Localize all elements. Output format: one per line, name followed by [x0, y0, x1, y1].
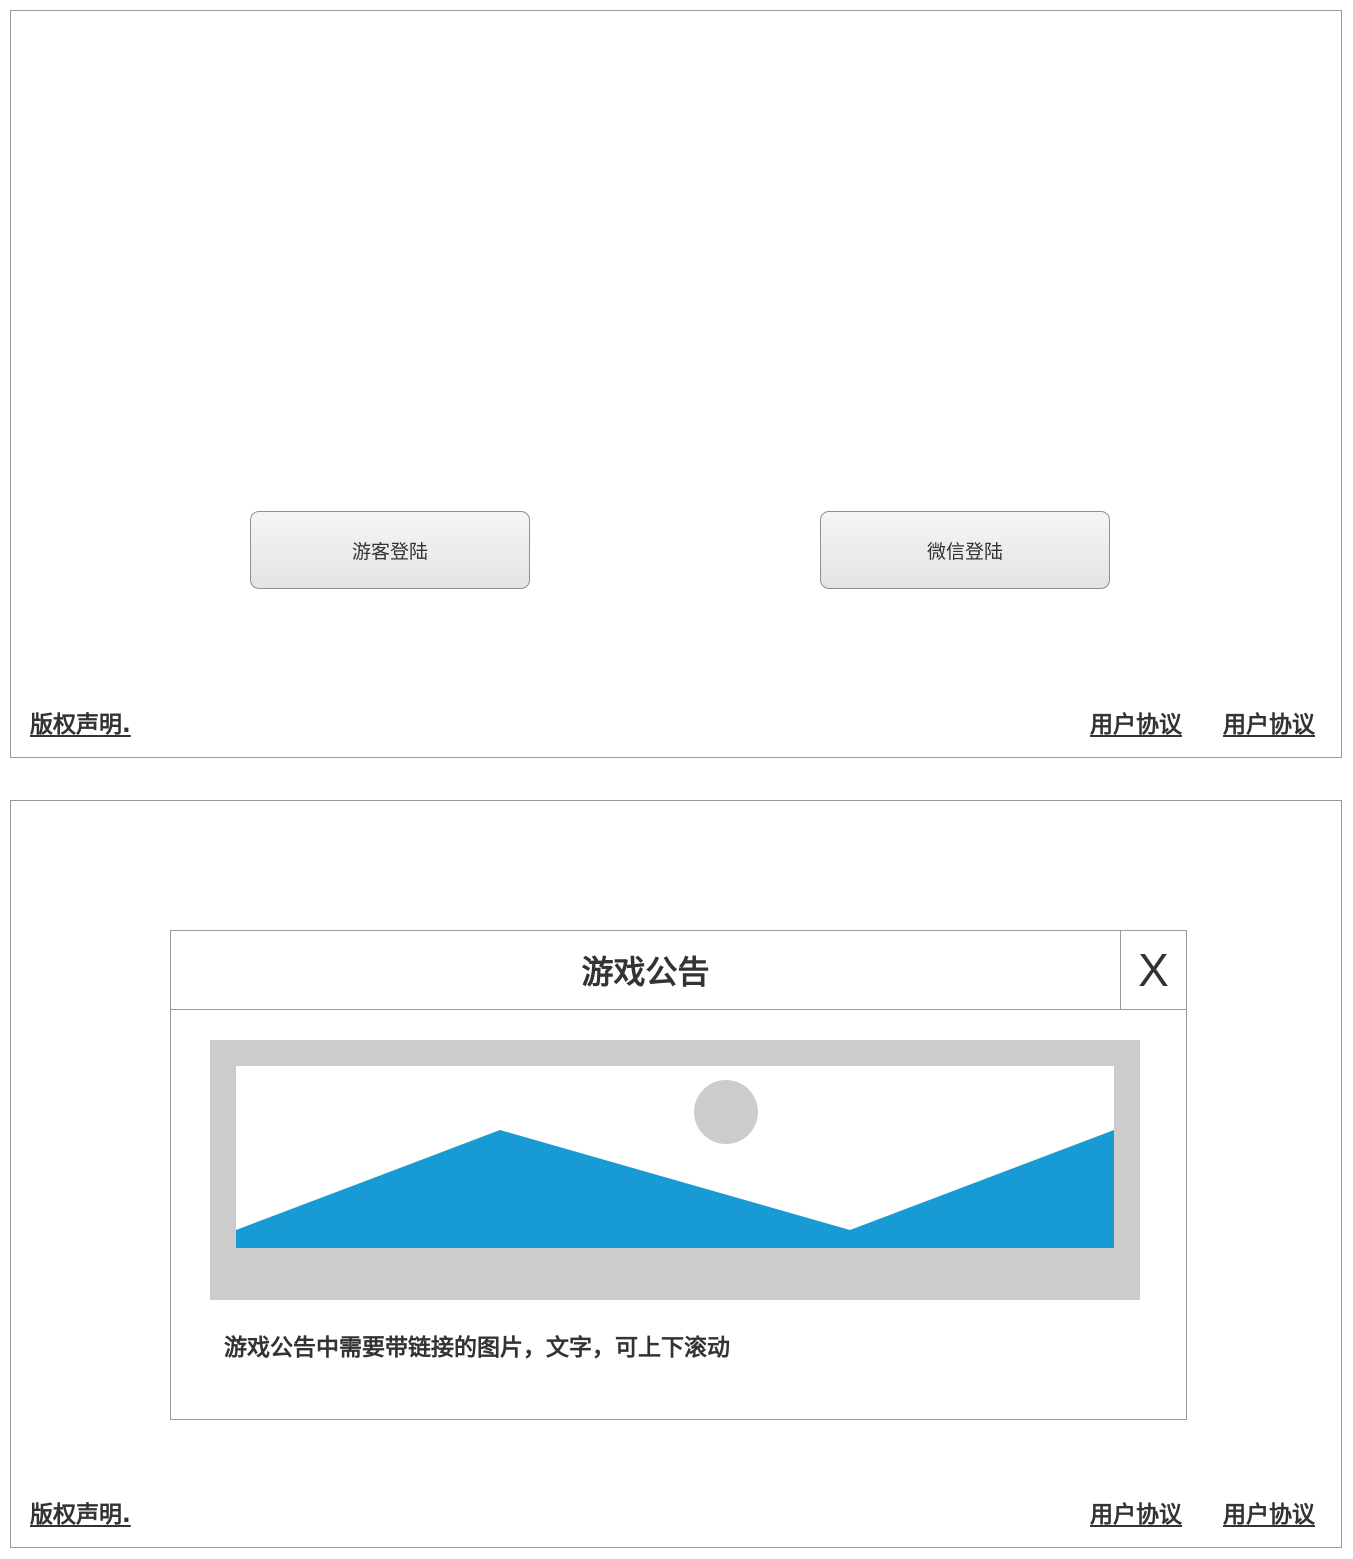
guest-login-label: 游客登陆: [351, 540, 428, 563]
image-placeholder-icon: [236, 1066, 1114, 1248]
user-agreement-link[interactable]: 用户协议: [1090, 1495, 1182, 1529]
copyright-link[interactable]: 版权声明.: [30, 705, 131, 739]
guest-login-button[interactable]: 游客登陆: [250, 511, 530, 589]
game-notice-modal: 游戏公告 X 游戏公告中需要带链接的图片，文字，可上下滚动: [170, 930, 1187, 1420]
notice-screen: 游戏公告 X 游戏公告中需要带链接的图片，文字，可上下滚动 版权声明. 用户协议…: [10, 800, 1342, 1548]
wechat-login-button[interactable]: 微信登陆: [820, 511, 1110, 589]
user-agreement-link-2[interactable]: 用户协议: [1223, 705, 1315, 739]
user-agreement-link-2[interactable]: 用户协议: [1223, 1495, 1315, 1529]
modal-title: 游戏公告: [171, 931, 1120, 1010]
notice-body-text: 游戏公告中需要带链接的图片，文字，可上下滚动: [224, 1335, 730, 1361]
close-button[interactable]: X: [1120, 931, 1186, 1010]
copyright-link[interactable]: 版权声明.: [30, 1495, 131, 1529]
user-agreement-link[interactable]: 用户协议: [1090, 705, 1182, 739]
wechat-login-label: 微信登陆: [926, 540, 1003, 563]
login-screen: 游客登陆 微信登陆 版权声明. 用户协议 用户协议: [10, 10, 1342, 758]
close-icon: X: [1138, 944, 1169, 996]
notice-image[interactable]: [210, 1040, 1140, 1300]
